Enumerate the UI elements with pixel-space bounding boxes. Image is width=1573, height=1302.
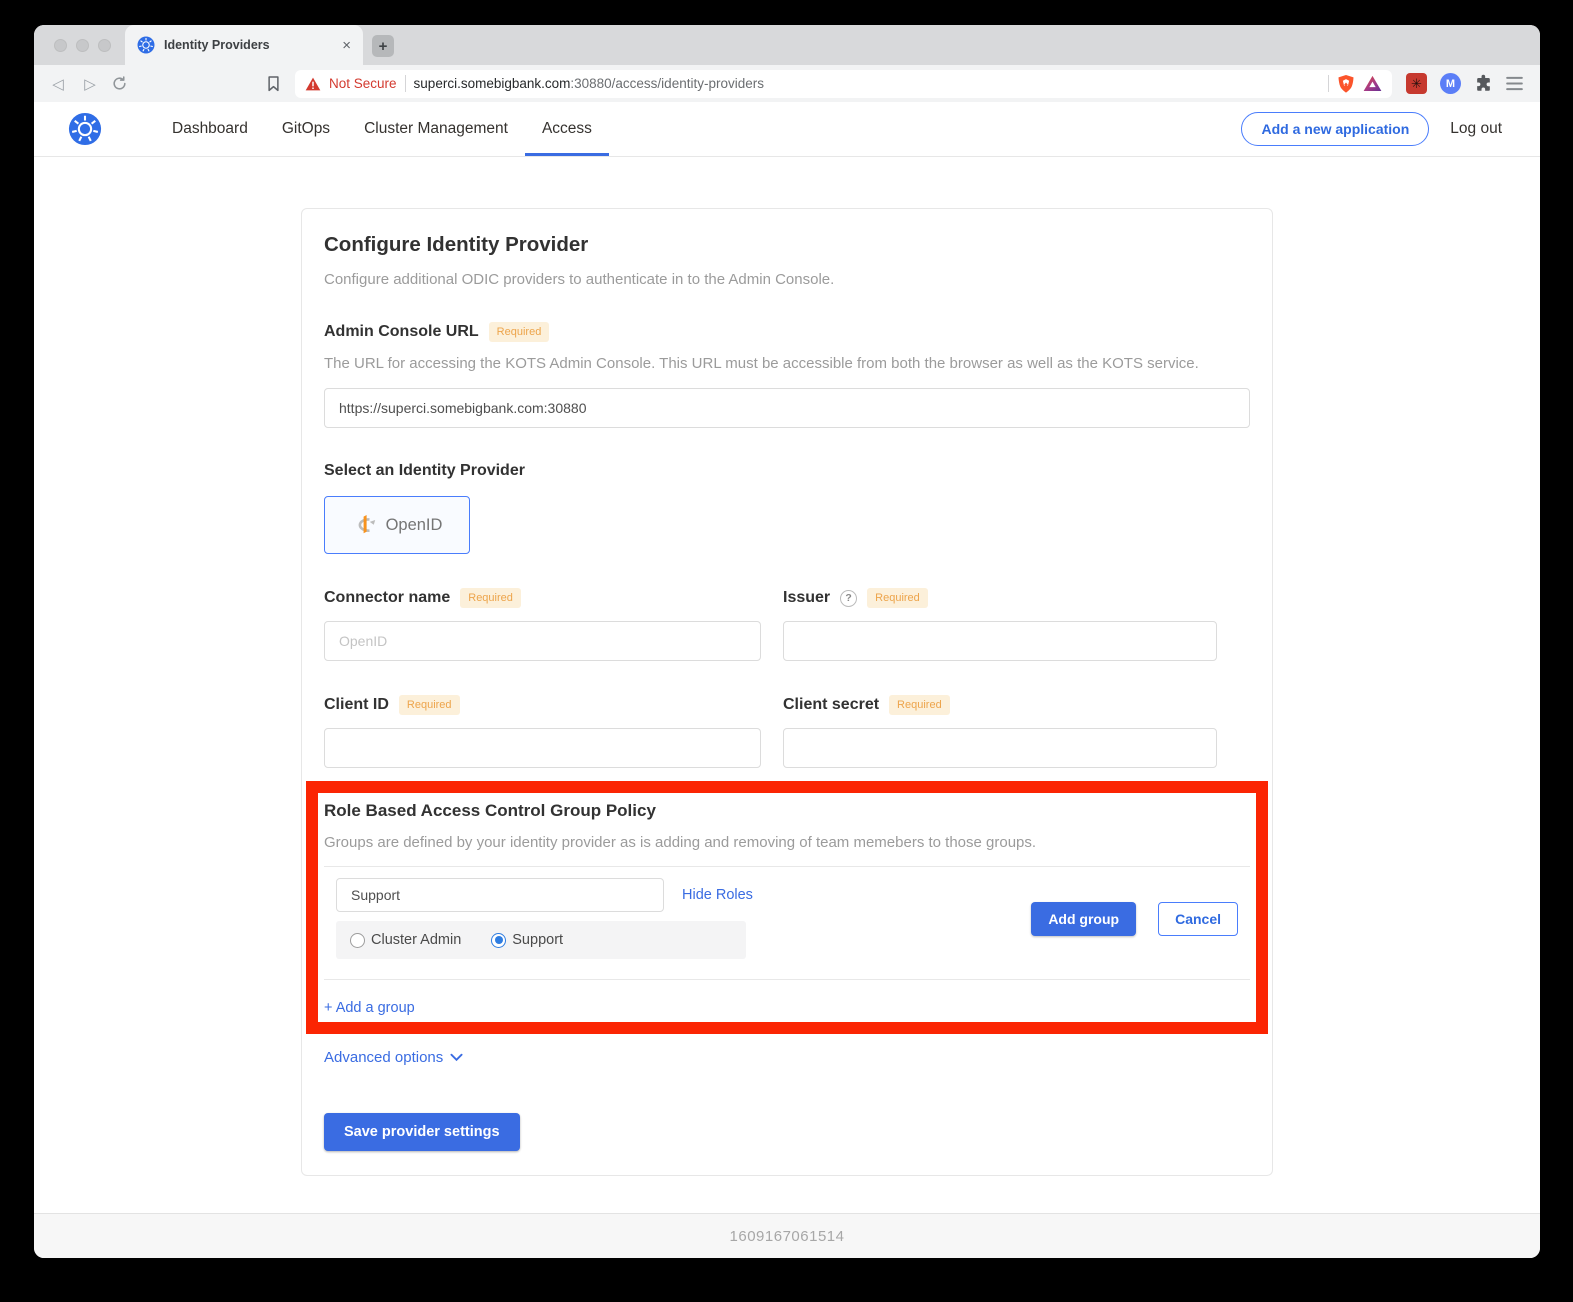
window-close-button[interactable] (54, 39, 67, 52)
radio-icon[interactable] (491, 933, 506, 948)
add-group-button[interactable]: Add group (1031, 902, 1136, 936)
admin-console-url-help: The URL for accessing the KOTS Admin Con… (324, 355, 1250, 372)
extension-cluster: ✳ M (1402, 73, 1527, 94)
back-icon[interactable]: ◁ (47, 75, 69, 93)
issuer-input[interactable] (783, 621, 1217, 661)
nav-item-dashboard[interactable]: Dashboard (155, 102, 265, 156)
nav-items: Dashboard GitOps Cluster Management Acce… (155, 102, 609, 156)
required-badge: Required (460, 588, 521, 608)
advanced-options-link[interactable]: Advanced options (324, 1049, 463, 1066)
kubernetes-favicon-icon (137, 36, 155, 54)
divider (324, 979, 1250, 980)
page-footer: 1609167061514 (34, 1213, 1540, 1258)
rbac-subtitle: Groups are defined by your identity prov… (324, 834, 1250, 851)
new-tab-button[interactable]: + (372, 35, 394, 57)
brave-shield-icon[interactable] (1337, 74, 1355, 94)
required-badge: Required (889, 695, 950, 715)
select-idp-label: Select an Identity Provider (324, 462, 525, 480)
page-content: Configure Identity Provider Configure ad… (34, 157, 1540, 1213)
chevron-down-icon (450, 1053, 463, 1062)
rbac-section: Role Based Access Control Group Policy G… (324, 801, 1250, 1017)
openid-label: OpenID (386, 516, 443, 535)
browser-toolbar: ◁ ▷ Not Secure superci.somebigbank.com:3… (34, 65, 1540, 102)
extensions-puzzle-icon[interactable] (1474, 74, 1493, 93)
required-badge: Required (399, 695, 460, 715)
group-name-input[interactable] (336, 878, 664, 912)
nav-item-access[interactable]: Access (525, 102, 609, 156)
page-title: Configure Identity Provider (324, 233, 1250, 257)
divider (405, 75, 406, 92)
nav-item-gitops[interactable]: GitOps (265, 102, 347, 156)
not-secure-label: Not Secure (329, 76, 397, 91)
kubernetes-logo-icon[interactable] (68, 112, 102, 146)
tab-identity-providers[interactable]: Identity Providers × (125, 25, 363, 65)
radio-icon[interactable] (350, 933, 365, 948)
url-text: superci.somebigbank.com:30880/access/ide… (414, 76, 764, 91)
required-badge: Required (489, 322, 550, 342)
client-id-label: Client ID (324, 696, 389, 714)
issuer-label: Issuer (783, 589, 830, 607)
connector-name-label: Connector name (324, 589, 450, 607)
client-secret-input[interactable] (783, 728, 1217, 768)
rbac-title: Role Based Access Control Group Policy (324, 801, 1250, 821)
warning-icon (305, 77, 321, 91)
tab-title: Identity Providers (164, 38, 333, 52)
connector-name-input[interactable] (324, 621, 761, 661)
menu-icon[interactable] (1506, 76, 1523, 91)
app-nav: Dashboard GitOps Cluster Management Acce… (34, 102, 1540, 157)
roles-box: Cluster Admin Support (336, 921, 746, 959)
required-badge: Required (867, 588, 928, 608)
window-controls (34, 25, 125, 65)
openid-logo-icon (352, 513, 378, 537)
save-provider-settings-button[interactable]: Save provider settings (324, 1113, 520, 1151)
role-option-support[interactable]: Support (491, 932, 563, 948)
role-label: Cluster Admin (371, 932, 461, 948)
add-a-group-link[interactable]: + Add a group (324, 1000, 415, 1016)
help-icon[interactable]: ? (840, 590, 857, 607)
cancel-button[interactable]: Cancel (1158, 902, 1238, 936)
add-new-application-button[interactable]: Add a new application (1241, 112, 1429, 146)
admin-console-url-label: Admin Console URL (324, 323, 479, 341)
bookmark-icon[interactable] (266, 75, 281, 92)
advanced-options-label: Advanced options (324, 1049, 443, 1066)
tab-strip: Identity Providers × + (34, 25, 1540, 65)
timestamp-label: 1609167061514 (730, 1228, 845, 1245)
bat-icon[interactable] (1363, 75, 1382, 92)
red-extension-icon[interactable]: ✳ (1406, 73, 1427, 94)
address-bar[interactable]: Not Secure superci.somebigbank.com:30880… (295, 70, 1392, 98)
logout-link[interactable]: Log out (1450, 120, 1502, 138)
tab-close-icon[interactable]: × (342, 38, 351, 53)
window-zoom-button[interactable] (98, 39, 111, 52)
role-label: Support (512, 932, 563, 948)
divider (1328, 75, 1329, 92)
divider (324, 866, 1250, 867)
hide-roles-link[interactable]: Hide Roles (682, 887, 753, 903)
client-id-input[interactable] (324, 728, 761, 768)
page-subtitle: Configure additional ODIC providers to a… (324, 271, 1250, 288)
openid-provider-tile[interactable]: OpenID (324, 496, 470, 554)
forward-icon[interactable]: ▷ (79, 75, 101, 93)
nav-item-cluster-management[interactable]: Cluster Management (347, 102, 525, 156)
admin-console-url-input[interactable] (324, 388, 1250, 428)
profile-avatar-icon[interactable]: M (1440, 73, 1461, 94)
reload-icon[interactable] (111, 75, 128, 92)
configure-idp-card: Configure Identity Provider Configure ad… (301, 208, 1273, 1176)
window-minimize-button[interactable] (76, 39, 89, 52)
client-secret-label: Client secret (783, 696, 879, 714)
role-option-cluster-admin[interactable]: Cluster Admin (350, 932, 461, 948)
browser-window: Identity Providers × + ◁ ▷ Not Secure su… (34, 25, 1540, 1258)
